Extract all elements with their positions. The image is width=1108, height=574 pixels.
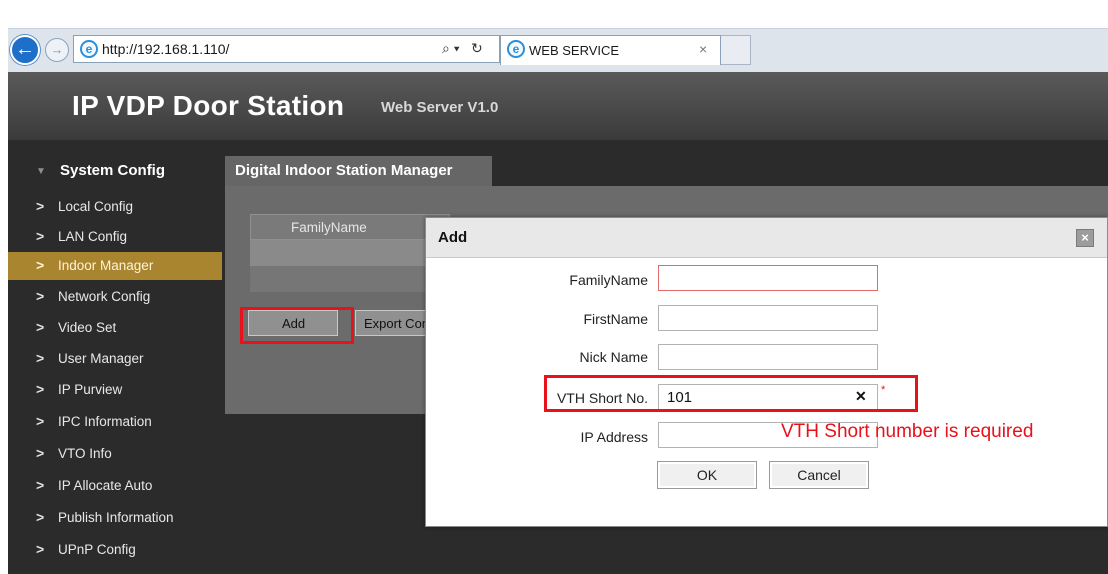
collapse-arrow-icon[interactable]: ▼ [36, 166, 46, 177]
tab-title: WEB SERVICE [529, 43, 620, 58]
ok-button[interactable]: OK [657, 461, 757, 489]
sidebar-item-upnp-config[interactable]: > UPnP Config [8, 536, 222, 564]
forward-button[interactable]: → [45, 38, 69, 62]
tab-label: Digital Indoor Station Manager [235, 162, 453, 179]
app-title: IP VDP Door Station [72, 90, 345, 121]
sidebar-item-publish-information[interactable]: > Publish Information [8, 504, 222, 532]
chevron-right-icon: > [36, 509, 45, 525]
add-button-highlight [240, 307, 354, 344]
sidebar-heading[interactable]: System Config [60, 162, 165, 179]
sidebar-item-indoor-manager[interactable]: > Indoor Manager [8, 252, 222, 280]
address-bar[interactable]: e http://192.168.1.110/ ⌕ ▾ ↻ [73, 35, 500, 63]
sidebar-item-local-config[interactable]: > Local Config [8, 193, 222, 221]
back-button[interactable]: ← [10, 35, 40, 65]
chevron-right-icon: > [36, 445, 45, 461]
sidebar-item-label: Video Set [58, 320, 117, 335]
browser-tab[interactable]: e WEB SERVICE × [500, 35, 721, 65]
familyname-label: FamilyName [569, 272, 648, 288]
sidebar-item-label: User Manager [58, 351, 144, 366]
dialog-titlebar[interactable]: Add × [426, 218, 1107, 258]
add-dialog: Add × FamilyName FirstName Nick Name VTH… [425, 217, 1108, 527]
table-header: FamilyName [250, 214, 450, 240]
validation-message: VTH Short number is required [781, 421, 1034, 442]
sidebar-item-label: IP Purview [58, 382, 123, 397]
app-version: Web Server V1.0 [381, 99, 499, 116]
firstname-label: FirstName [583, 311, 648, 327]
chevron-right-icon: > [36, 288, 45, 304]
chevron-right-icon: > [36, 541, 45, 557]
sidebar-item-label: VTO Info [58, 446, 112, 461]
sidebar-item-label: IPC Information [58, 414, 152, 429]
sidebar-item-label: Network Config [58, 289, 151, 304]
nickname-field[interactable] [658, 344, 878, 370]
export-config-button[interactable]: Export Config [355, 310, 435, 336]
tab-ie-icon: e [507, 40, 525, 58]
chevron-right-icon: > [36, 381, 45, 397]
sidebar-item-label: IP Allocate Auto [58, 478, 153, 493]
ip-address-label: IP Address [580, 429, 648, 445]
sidebar-item-user-manager[interactable]: > User Manager [8, 345, 222, 373]
chevron-right-icon: > [36, 198, 45, 214]
page: ← → e http://192.168.1.110/ ⌕ ▾ ↻ e WEB … [0, 0, 1108, 574]
sidebar-item-label: UPnP Config [58, 542, 136, 557]
search-icon[interactable]: ⌕ ▾ [442, 40, 460, 57]
chevron-right-icon: > [36, 413, 45, 429]
sidebar-item-network-config[interactable]: > Network Config [8, 283, 222, 311]
sidebar-item-ipc-information[interactable]: > IPC Information [8, 408, 222, 436]
address-url: http://192.168.1.110/ [102, 41, 230, 57]
chevron-right-icon: > [36, 257, 45, 273]
nickname-label: Nick Name [579, 349, 648, 365]
table-row[interactable] [250, 240, 450, 266]
firstname-field[interactable] [658, 305, 878, 331]
sidebar-item-ip-allocate-auto[interactable]: > IP Allocate Auto [8, 472, 222, 500]
sidebar-item-label: Publish Information [58, 510, 174, 525]
cancel-button[interactable]: Cancel [769, 461, 869, 489]
app-header: IP VDP Door Station Web Server V1.0 [8, 72, 1108, 140]
close-icon[interactable]: × [1076, 229, 1094, 247]
ie-icon: e [80, 40, 98, 58]
column-header-familyname: FamilyName [291, 220, 367, 235]
new-tab-button[interactable] [721, 35, 751, 65]
sidebar-item-vto-info[interactable]: > VTO Info [8, 440, 222, 468]
dialog-title: Add [438, 229, 468, 246]
sidebar-item-lan-config[interactable]: > LAN Config [8, 223, 222, 251]
tab-close-icon[interactable]: × [699, 41, 707, 57]
familyname-field[interactable] [658, 265, 878, 291]
sidebar-item-ip-purview[interactable]: > IP Purview [8, 376, 222, 404]
refresh-icon[interactable]: ↻ [471, 40, 483, 57]
table-row[interactable] [250, 266, 450, 292]
vth-field-highlight [544, 375, 918, 412]
sidebar-item-label: Local Config [58, 199, 134, 214]
tab-digital-indoor-station-manager[interactable]: Digital Indoor Station Manager [225, 156, 492, 186]
sidebar: ▼ System Config > Local Config > LAN Con… [8, 140, 222, 574]
sidebar-item-label: LAN Config [58, 229, 128, 244]
chevron-right-icon: > [36, 350, 45, 366]
chevron-right-icon: > [36, 319, 45, 335]
chevron-right-icon: > [36, 477, 45, 493]
chevron-right-icon: > [36, 228, 45, 244]
sidebar-item-video-set[interactable]: > Video Set [8, 314, 222, 342]
sidebar-item-label: Indoor Manager [58, 258, 154, 273]
